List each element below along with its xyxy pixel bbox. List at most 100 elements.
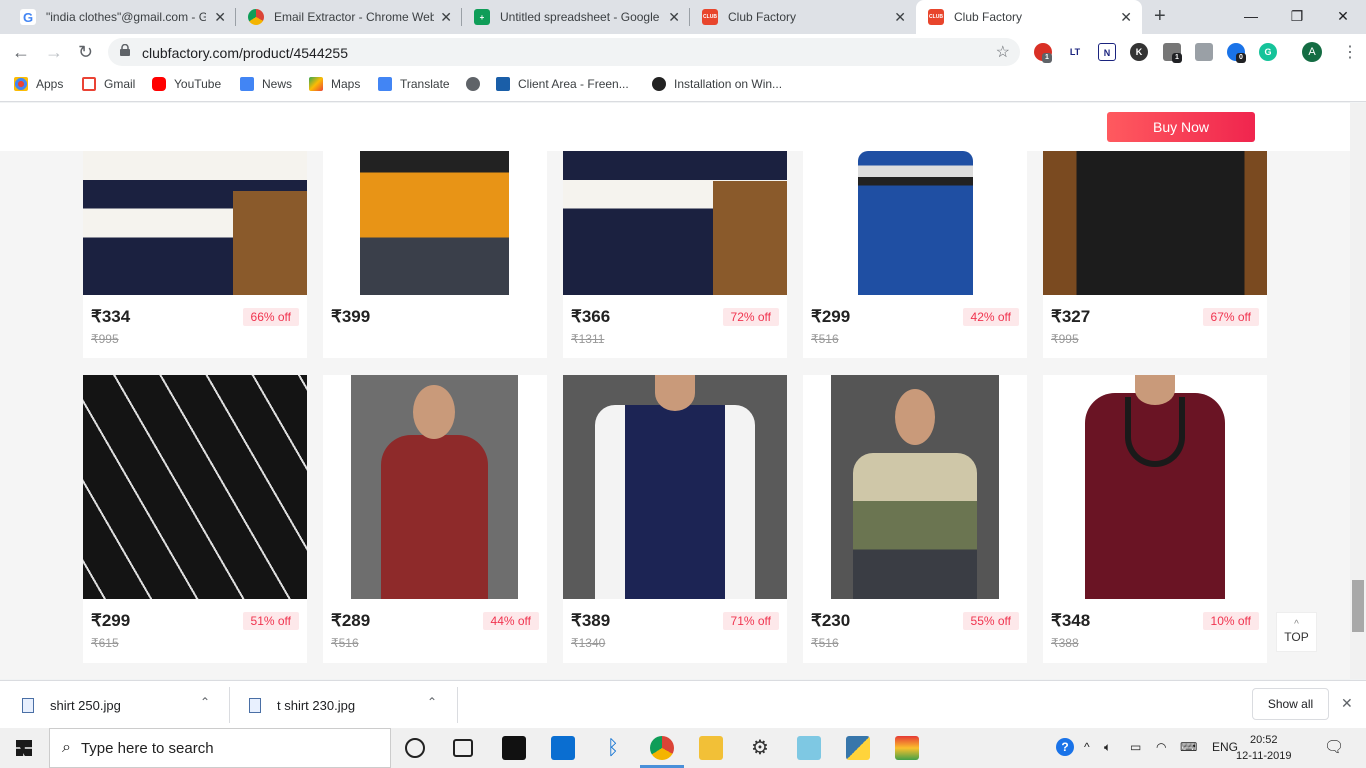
taskbar-search-box[interactable]: ⌕ Type here to search xyxy=(49,728,391,768)
tab-title: Club Factory xyxy=(954,10,1023,24)
product-card[interactable]: ₹327 ₹995 67% off xyxy=(1043,151,1267,358)
product-image[interactable] xyxy=(323,151,547,295)
profile-avatar[interactable]: A xyxy=(1302,42,1322,62)
bluetooth-icon[interactable]: ᛒ xyxy=(601,736,625,760)
product-image[interactable] xyxy=(563,375,787,599)
address-bar[interactable]: clubfactory.com/product/4544255 ☆ xyxy=(108,38,1020,66)
product-image[interactable] xyxy=(1043,375,1267,599)
close-icon[interactable]: ✕ xyxy=(894,9,906,25)
minimize-icon[interactable]: — xyxy=(1228,0,1274,34)
app-icon[interactable] xyxy=(551,736,575,760)
bookmark-freenom[interactable]: Client Area - Freen... xyxy=(496,77,629,91)
bookmark-apps[interactable]: Apps xyxy=(14,77,63,91)
product-card[interactable]: ₹348 ₹388 10% off xyxy=(1043,375,1267,663)
extension-n-icon[interactable]: N xyxy=(1098,43,1116,61)
wifi-icon[interactable]: ◠ xyxy=(1156,740,1166,754)
product-price: ₹389 xyxy=(571,611,611,630)
tab-email-extractor[interactable]: Email Extractor - Chrome Web ✕ xyxy=(236,0,462,34)
download-item[interactable]: t shirt 230.jpg xyxy=(249,681,355,729)
keyboard-icon[interactable]: ⌨ xyxy=(1180,740,1197,754)
product-image[interactable] xyxy=(323,375,547,599)
chevron-up-icon[interactable]: ^ xyxy=(1084,740,1090,754)
grammarly-icon[interactable]: G xyxy=(1259,43,1277,61)
close-icon[interactable]: ✕ xyxy=(214,9,226,25)
battery-icon[interactable]: ▭ xyxy=(1130,740,1141,754)
url-text[interactable]: clubfactory.com/product/4544255 xyxy=(142,45,348,61)
product-card[interactable]: ₹389 ₹1340 71% off xyxy=(563,375,787,663)
language-indicator[interactable]: ENG xyxy=(1212,740,1238,754)
extension-lt-icon[interactable]: LT xyxy=(1066,43,1084,61)
extension-k-icon[interactable]: K xyxy=(1130,43,1148,61)
close-window-icon[interactable]: ✕ xyxy=(1320,0,1366,34)
help-icon[interactable]: ? xyxy=(1056,738,1074,756)
discount-badge: 51% off xyxy=(242,612,299,630)
chair-background xyxy=(713,181,787,295)
page-scrollbar[interactable] xyxy=(1350,103,1366,679)
notifications-icon[interactable]: 🗨︎ xyxy=(1324,737,1344,757)
chrome-taskbar-icon[interactable] xyxy=(650,736,674,760)
bookmark-news[interactable]: News xyxy=(240,77,292,91)
close-icon[interactable]: ✕ xyxy=(668,9,680,25)
bookmark-maps[interactable]: Maps xyxy=(309,77,360,91)
product-card[interactable]: ₹230 ₹516 55% off xyxy=(803,375,1027,663)
model-face xyxy=(413,385,455,439)
settings-gear-icon[interactable]: ⚙ xyxy=(748,736,772,760)
volume-icon[interactable]: 🔈︎ xyxy=(1104,740,1111,755)
taskbar-clock[interactable]: 20:52 12-11-2019 xyxy=(1236,732,1291,764)
close-icon[interactable]: ✕ xyxy=(1341,695,1353,712)
back-icon[interactable]: ← xyxy=(12,42,30,62)
gmail-icon xyxy=(82,77,96,91)
product-image[interactable] xyxy=(83,151,307,295)
product-image[interactable] xyxy=(803,375,1027,599)
maximize-icon[interactable]: ❐ xyxy=(1274,0,1320,34)
product-image[interactable] xyxy=(563,151,787,295)
product-card[interactable]: ₹399 xyxy=(323,151,547,358)
product-image[interactable] xyxy=(83,375,307,599)
chevron-up-icon: ^ xyxy=(1294,619,1299,630)
product-card[interactable]: ₹289 ₹516 44% off xyxy=(323,375,547,663)
buy-now-button[interactable]: Buy Now xyxy=(1107,112,1255,142)
bookmark-youtube[interactable]: YouTube xyxy=(152,77,221,91)
terminal-icon[interactable] xyxy=(502,736,526,760)
app-icon[interactable] xyxy=(797,736,821,760)
close-icon[interactable]: ✕ xyxy=(440,9,452,25)
forward-icon[interactable]: → xyxy=(45,42,63,62)
original-price: ₹516 xyxy=(331,636,359,650)
sticky-header: Buy Now xyxy=(0,103,1350,151)
product-card[interactable]: ₹299 ₹615 51% off xyxy=(83,375,307,663)
bookmark-star-icon[interactable]: ☆ xyxy=(996,42,1010,62)
bookmark-translate[interactable]: Translate xyxy=(378,77,450,91)
download-item[interactable]: shirt 250.jpg xyxy=(22,681,121,729)
close-icon[interactable]: ✕ xyxy=(1120,9,1132,25)
tab-club-factory[interactable]: CLUB Club Factory ✕ xyxy=(690,0,916,34)
product-card[interactable]: ₹299 ₹516 42% off xyxy=(803,151,1027,358)
task-view-icon[interactable] xyxy=(453,739,473,757)
bluestacks-icon[interactable] xyxy=(895,736,919,760)
product-card[interactable]: ₹366 ₹1311 72% off xyxy=(563,151,787,358)
bookmark-gmail[interactable]: Gmail xyxy=(82,77,135,91)
discount-badge: 67% off xyxy=(1202,308,1259,326)
bookmark-label: YouTube xyxy=(174,77,222,91)
chevron-up-icon[interactable]: ⌃ xyxy=(427,695,437,709)
product-card[interactable]: ₹334 ₹995 66% off xyxy=(83,151,307,358)
python-icon[interactable] xyxy=(846,736,870,760)
tab-club-factory-active[interactable]: CLUB Club Factory ✕ xyxy=(916,0,1142,34)
bookmark-globe[interactable] xyxy=(466,77,488,91)
product-image[interactable] xyxy=(803,151,1027,295)
chevron-up-icon[interactable]: ⌃ xyxy=(200,695,210,709)
cortana-icon[interactable] xyxy=(405,738,425,758)
scrollbar-thumb[interactable] xyxy=(1352,580,1364,632)
bookmark-installation[interactable]: Installation on Win... xyxy=(652,77,782,91)
windows-start-icon[interactable] xyxy=(16,740,32,756)
new-tab-icon[interactable]: + xyxy=(1154,5,1166,28)
tab-gmail[interactable]: G "india clothes"@gmail.com - G ✕ xyxy=(8,0,236,34)
back-to-top-button[interactable]: ^ TOP xyxy=(1276,612,1317,652)
more-menu-icon[interactable]: ⋮ xyxy=(1342,42,1358,62)
tab-spreadsheet[interactable]: + Untitled spreadsheet - Google ✕ xyxy=(462,0,690,34)
product-image[interactable] xyxy=(1043,151,1267,295)
file-explorer-icon[interactable] xyxy=(699,736,723,760)
reload-icon[interactable]: ↻ xyxy=(78,42,93,62)
show-all-button[interactable]: Show all xyxy=(1252,688,1329,720)
chair-background xyxy=(233,191,307,295)
translate-extension-icon[interactable] xyxy=(1195,43,1213,61)
